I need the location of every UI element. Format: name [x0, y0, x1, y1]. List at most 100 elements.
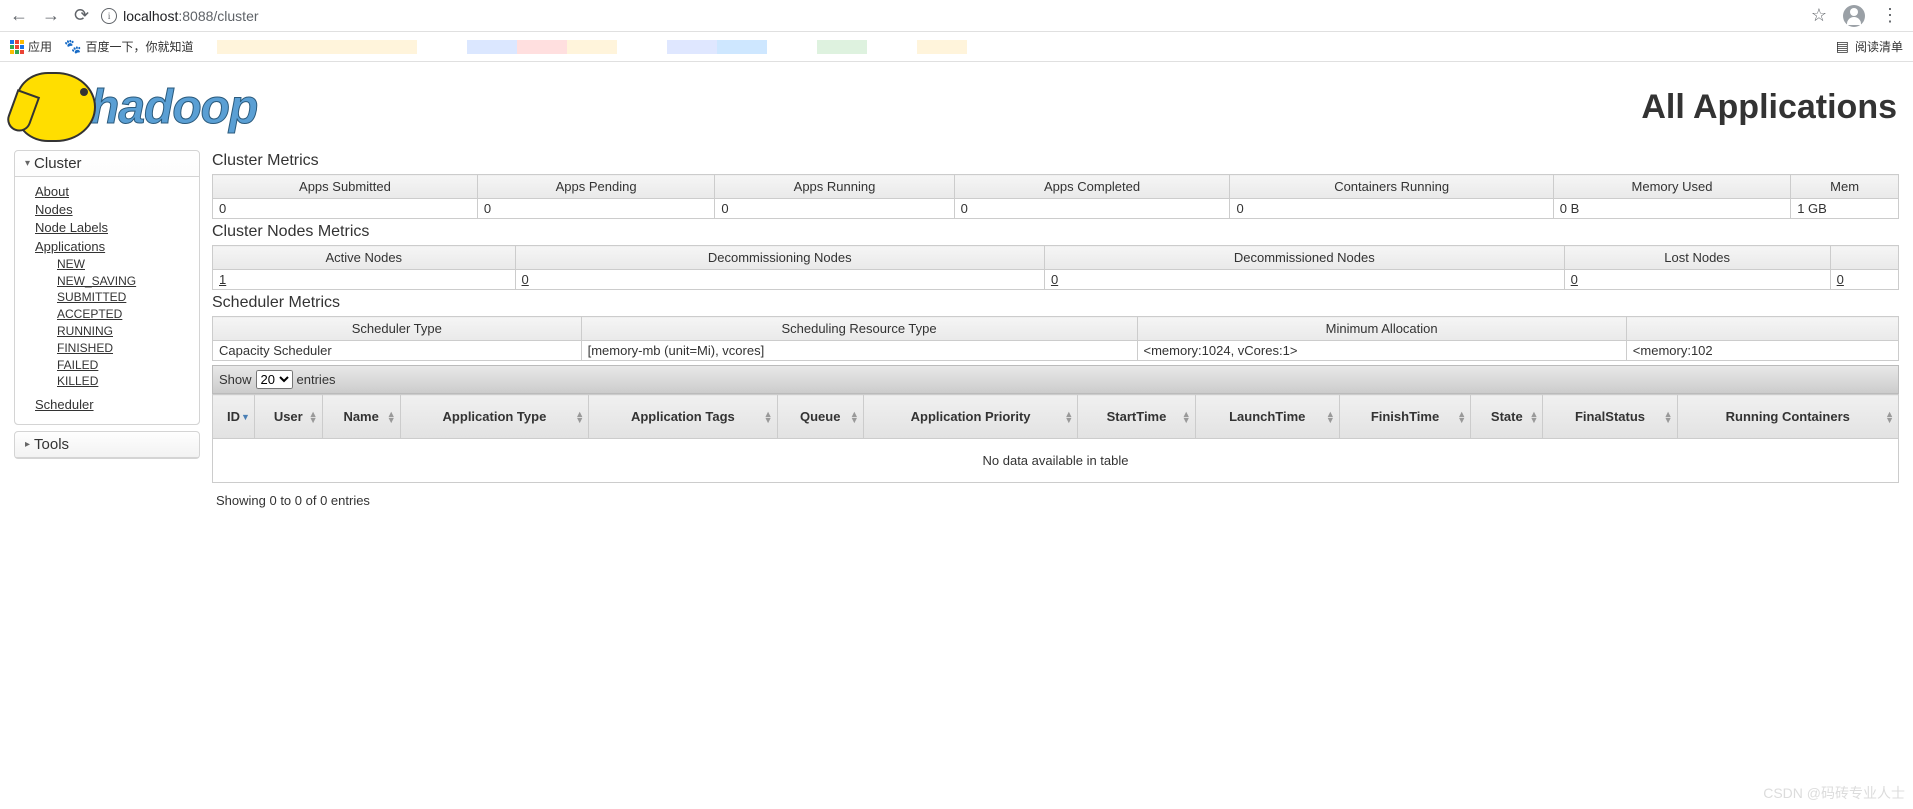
sidebar-group-label: Tools	[34, 436, 69, 453]
col-lost-nodes[interactable]: Lost Nodes	[1564, 246, 1830, 270]
sidebar-group-tools[interactable]: ▸ Tools	[15, 432, 199, 458]
entries-select[interactable]: 20	[256, 370, 293, 389]
col-application-tags[interactable]: Application Tags▲▼	[589, 395, 777, 439]
page-title: All Applications	[1641, 88, 1897, 127]
val-apps-pending: 0	[477, 199, 714, 219]
site-info-icon[interactable]: i	[101, 8, 117, 24]
val-containers-running: 0	[1230, 199, 1553, 219]
col-name[interactable]: Name▲▼	[322, 395, 400, 439]
logo-text: hadoop	[90, 80, 257, 135]
val-decommissioning-nodes[interactable]: 0	[515, 270, 1044, 290]
sidebar-item-new-saving[interactable]: NEW_SAVING	[57, 273, 189, 290]
col-running-containers[interactable]: Running Containers▲▼	[1677, 395, 1899, 439]
url-host: localhost	[123, 8, 178, 24]
col-apps-running[interactable]: Apps Running	[715, 175, 954, 199]
show-label: Show	[219, 372, 252, 387]
back-button[interactable]: ←	[10, 5, 28, 26]
sidebar-item-submitted[interactable]: SUBMITTED	[57, 289, 189, 306]
address-bar[interactable]: i localhost:8088/cluster	[101, 8, 1811, 24]
val-mem: 1 GB	[1791, 199, 1899, 219]
applications-table: ID▼ User▲▼ Name▲▼ Application Type▲▼ App…	[212, 394, 1899, 483]
val-extra: <memory:102	[1626, 341, 1898, 361]
val-apps-completed: 0	[954, 199, 1230, 219]
col-containers-running[interactable]: Containers Running	[1230, 175, 1553, 199]
baidu-icon: 🐾	[64, 38, 81, 55]
col-apps-completed[interactable]: Apps Completed	[954, 175, 1230, 199]
cluster-nodes-metrics-title: Cluster Nodes Metrics	[212, 223, 1899, 241]
val-memory-used: 0 B	[1553, 199, 1790, 219]
sort-desc-icon: ▼	[241, 414, 250, 420]
forward-button[interactable]: →	[42, 5, 60, 26]
col-mem[interactable]: Mem	[1791, 175, 1899, 199]
col-application-type[interactable]: Application Type▲▼	[400, 395, 588, 439]
val-scheduling-resource-type: [memory-mb (unit=Mi), vcores]	[581, 341, 1137, 361]
watermark: CSDN @码砖专业人士	[1763, 783, 1905, 803]
apps-label: 应用	[28, 38, 52, 55]
val-apps-running: 0	[715, 199, 954, 219]
cluster-metrics-table: Apps Submitted Apps Pending Apps Running…	[212, 174, 1899, 219]
col-state[interactable]: State▲▼	[1471, 395, 1543, 439]
col-apps-pending[interactable]: Apps Pending	[477, 175, 714, 199]
bookmark-label: 百度一下，你就知道	[85, 38, 193, 55]
sidebar-item-finished[interactable]: FINISHED	[57, 340, 189, 357]
val-decommissioned-nodes[interactable]: 0	[1044, 270, 1564, 290]
cluster-nodes-metrics-table: Active Nodes Decommissioning Nodes Decom…	[212, 245, 1899, 290]
col-launchtime[interactable]: LaunchTime▲▼	[1195, 395, 1339, 439]
sidebar: ▾ Cluster About Nodes Node Labels Applic…	[14, 150, 200, 518]
val-active-nodes[interactable]: 1	[213, 270, 516, 290]
col-extra[interactable]	[1830, 246, 1898, 270]
val-lost-nodes[interactable]: 0	[1564, 270, 1830, 290]
sidebar-item-nodes[interactable]: Nodes	[35, 201, 189, 219]
no-data-message: No data available in table	[213, 439, 1899, 483]
browser-toolbar: ← → ⟳ i localhost:8088/cluster ☆ ⋮	[0, 0, 1913, 32]
col-finishtime[interactable]: FinishTime▲▼	[1339, 395, 1470, 439]
val-apps-submitted: 0	[213, 199, 478, 219]
url-path: :8088/cluster	[178, 8, 258, 24]
chevron-right-icon: ▸	[25, 439, 30, 450]
main-content: Cluster Metrics Apps Submitted Apps Pend…	[212, 150, 1899, 518]
val-extra[interactable]: 0	[1830, 270, 1898, 290]
col-memory-used[interactable]: Memory Used	[1553, 175, 1790, 199]
col-active-nodes[interactable]: Active Nodes	[213, 246, 516, 270]
scheduler-metrics-table: Scheduler Type Scheduling Resource Type …	[212, 316, 1899, 361]
sidebar-item-applications[interactable]: Applications	[35, 238, 189, 256]
col-id[interactable]: ID▼	[213, 395, 255, 439]
sidebar-group-cluster[interactable]: ▾ Cluster	[15, 151, 199, 177]
menu-icon[interactable]: ⋮	[1881, 5, 1899, 26]
col-user[interactable]: User▲▼	[254, 395, 322, 439]
reading-list-icon: ▤	[1836, 38, 1849, 55]
col-minimum-allocation[interactable]: Minimum Allocation	[1137, 317, 1626, 341]
col-finalstatus[interactable]: FinalStatus▲▼	[1543, 395, 1677, 439]
col-queue[interactable]: Queue▲▼	[777, 395, 863, 439]
col-scheduling-resource-type[interactable]: Scheduling Resource Type	[581, 317, 1137, 341]
sidebar-item-failed[interactable]: FAILED	[57, 357, 189, 374]
entries-selector-bar: Show 20 entries	[212, 365, 1899, 394]
sidebar-item-killed[interactable]: KILLED	[57, 373, 189, 390]
col-decommissioned-nodes[interactable]: Decommissioned Nodes	[1044, 246, 1564, 270]
col-decommissioning-nodes[interactable]: Decommissioning Nodes	[515, 246, 1044, 270]
col-apps-submitted[interactable]: Apps Submitted	[213, 175, 478, 199]
sidebar-group-label: Cluster	[34, 155, 82, 172]
val-scheduler-type: Capacity Scheduler	[213, 341, 582, 361]
scheduler-metrics-title: Scheduler Metrics	[212, 294, 1899, 312]
reading-list-button[interactable]: 阅读清单	[1855, 38, 1903, 55]
star-icon[interactable]: ☆	[1811, 5, 1827, 26]
chevron-down-icon: ▾	[25, 158, 30, 169]
sidebar-item-new[interactable]: NEW	[57, 256, 189, 273]
col-starttime[interactable]: StartTime▲▼	[1078, 395, 1195, 439]
table-footer: Showing 0 to 0 of 0 entries	[212, 483, 1899, 518]
hadoop-logo[interactable]: hadoop	[16, 72, 257, 142]
sidebar-item-running[interactable]: RUNNING	[57, 323, 189, 340]
sidebar-item-about[interactable]: About	[35, 183, 189, 201]
entries-label: entries	[297, 372, 336, 387]
profile-avatar-icon[interactable]	[1843, 5, 1865, 27]
col-scheduler-type[interactable]: Scheduler Type	[213, 317, 582, 341]
reload-button[interactable]: ⟳	[74, 5, 89, 26]
sidebar-item-accepted[interactable]: ACCEPTED	[57, 306, 189, 323]
sidebar-item-node-labels[interactable]: Node Labels	[35, 219, 189, 237]
sidebar-item-scheduler[interactable]: Scheduler	[35, 396, 189, 414]
col-application-priority[interactable]: Application Priority▲▼	[863, 395, 1077, 439]
chrome-apps-button[interactable]: 应用	[10, 38, 52, 55]
col-extra[interactable]	[1626, 317, 1898, 341]
bookmark-baidu[interactable]: 🐾 百度一下，你就知道	[64, 38, 193, 55]
